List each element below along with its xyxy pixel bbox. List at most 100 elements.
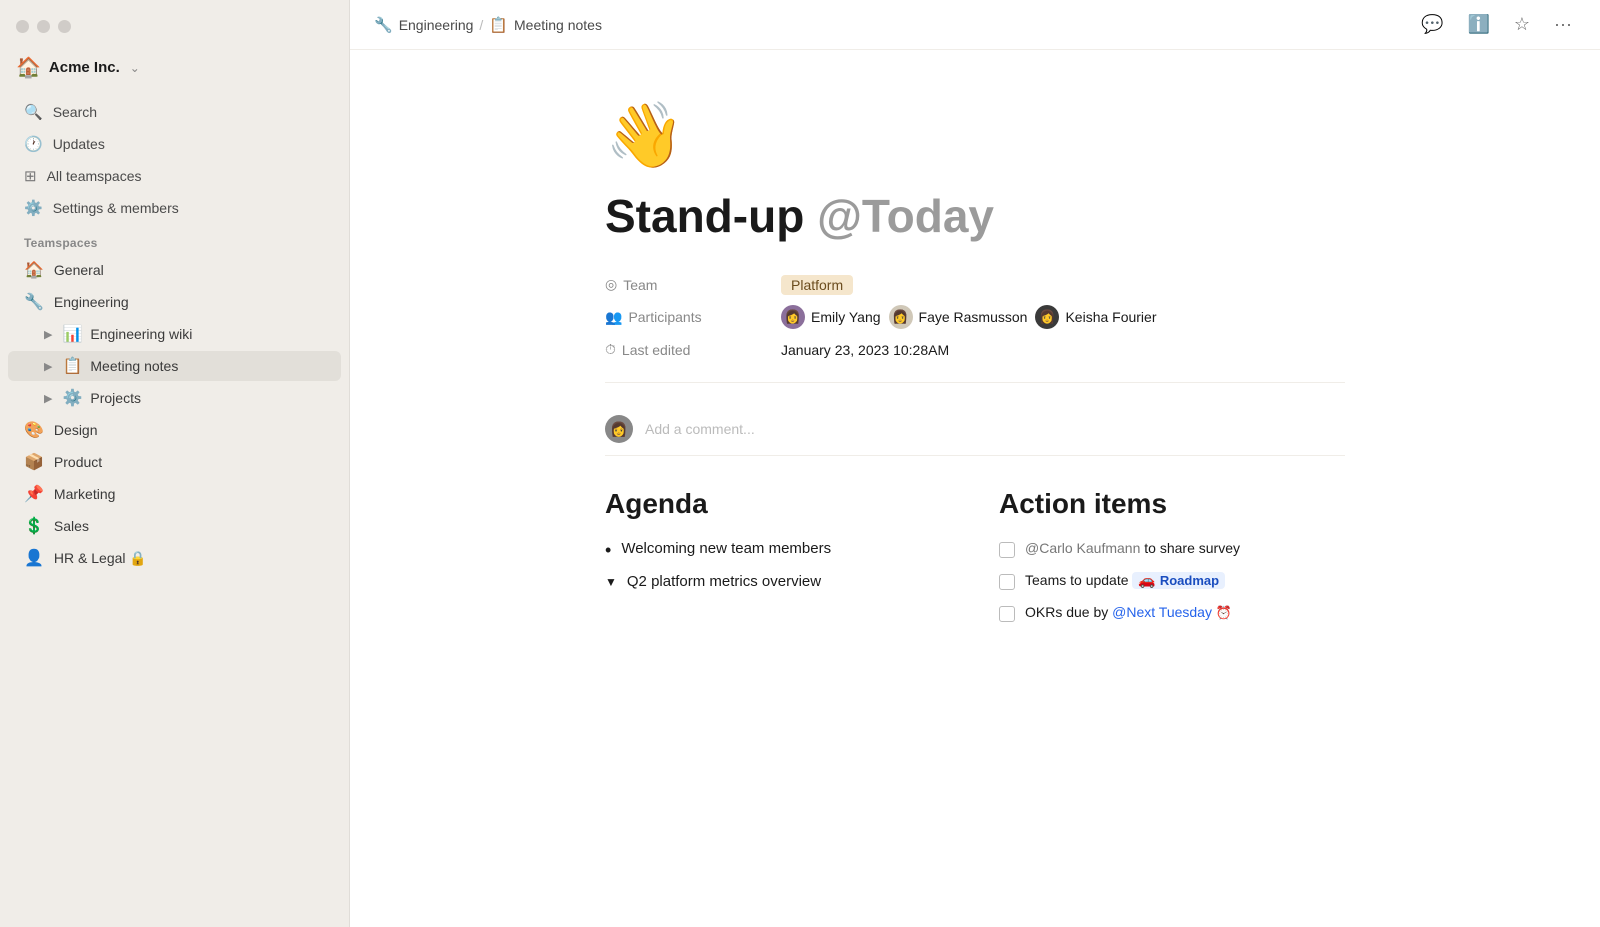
action-item-1: @Carlo Kaufmann to share survey — [999, 540, 1345, 558]
sidebar-item-engineering[interactable]: 🔧 Engineering — [8, 287, 341, 317]
sidebar-item-label: All teamspaces — [47, 168, 142, 184]
workspace-name: Acme Inc. — [49, 59, 120, 76]
participants-icon: 👥 — [605, 309, 622, 326]
table-icon: 📊 — [62, 324, 82, 344]
sidebar-item-hr-legal[interactable]: 👤 HR & Legal 🔒 — [8, 543, 341, 573]
comment-placeholder[interactable]: Add a comment... — [645, 421, 755, 437]
pin-icon: 📌 — [24, 484, 44, 504]
sidebar-item-marketing[interactable]: 📌 Marketing — [8, 479, 341, 509]
box-icon: 📦 — [24, 452, 44, 472]
action-item-2-text: Teams to update 🚗 Roadmap — [1025, 572, 1225, 589]
team-property-icon: ◎ — [605, 276, 617, 293]
mention-carlo: @Carlo Kaufmann — [1025, 540, 1140, 556]
comment-bar[interactable]: 👩 Add a comment... — [605, 403, 1345, 456]
palette-icon: 🎨 — [24, 420, 44, 440]
sidebar-item-meeting-notes[interactable]: ▶ 📋 Meeting notes — [8, 351, 341, 381]
action-item-2: Teams to update 🚗 Roadmap — [999, 572, 1345, 590]
property-team-label: ◎ Team — [605, 276, 765, 293]
team-tag: Platform — [781, 275, 853, 295]
checkbox-2[interactable] — [999, 574, 1015, 590]
sidebar-item-projects[interactable]: ▶ ⚙️ Projects — [8, 383, 341, 413]
sidebar-item-design[interactable]: 🎨 Design — [8, 415, 341, 445]
minimize-button[interactable] — [37, 20, 50, 33]
grid-icon: ⊞ — [24, 167, 37, 185]
property-last-edited-label: ⏱ Last edited — [605, 341, 765, 358]
checkbox-3[interactable] — [999, 606, 1015, 622]
sidebar-item-updates[interactable]: 🕐 Updates — [8, 129, 341, 159]
close-button[interactable] — [16, 20, 29, 33]
sidebar-item-label: Projects — [90, 390, 141, 406]
breadcrumb-current-icon: 📋 — [489, 16, 508, 34]
sidebar-item-label: Marketing — [54, 486, 115, 502]
sidebar-item-product[interactable]: 📦 Product — [8, 447, 341, 477]
page-emoji[interactable]: 👋 — [605, 98, 1345, 173]
checkbox-1[interactable] — [999, 542, 1015, 558]
action-items-column: Action items @Carlo Kaufmann to share su… — [999, 488, 1345, 622]
sidebar-item-search[interactable]: 🔍 Search — [8, 97, 341, 127]
property-last-edited: ⏱ Last edited January 23, 2023 10:28AM — [605, 341, 1345, 358]
search-icon: 🔍 — [24, 103, 43, 121]
more-button[interactable]: ··· — [1550, 10, 1576, 39]
action-item-1-suffix: to share survey — [1144, 540, 1240, 556]
person-icon: 👤 — [24, 548, 44, 568]
divider-top — [605, 382, 1345, 383]
clock-icon: 🕐 — [24, 135, 43, 153]
comment-button[interactable]: 💬 — [1417, 10, 1447, 39]
sidebar: 🏠 Acme Inc. ⌄ 🔍 Search 🕐 Updates ⊞ All t… — [0, 0, 350, 927]
property-team-value[interactable]: Platform — [781, 277, 853, 293]
participant-keisha[interactable]: 👩 Keisha Fourier — [1035, 305, 1156, 329]
sidebar-item-general[interactable]: 🏠 General — [8, 255, 341, 285]
sidebar-item-all-teamspaces[interactable]: ⊞ All teamspaces — [8, 161, 341, 191]
wrench-icon: 🔧 — [24, 292, 44, 312]
topbar-actions: 💬 ℹ️ ☆ ··· — [1417, 10, 1576, 39]
properties-section: ◎ Team Platform 👥 Participants 👩 Emily Y… — [605, 276, 1345, 358]
agenda-item-text: Welcoming new team members — [621, 540, 831, 557]
agenda-item-text: Q2 platform metrics overview — [627, 573, 821, 590]
sidebar-item-sales[interactable]: 💲 Sales — [8, 511, 341, 541]
topbar: 🔧 Engineering / 📋 Meeting notes 💬 ℹ️ ☆ ·… — [350, 0, 1600, 50]
participant-emily-name: Emily Yang — [811, 309, 881, 325]
action-item-3-text: OKRs due by @Next Tuesday ⏰ — [1025, 604, 1232, 621]
sidebar-item-label: Settings & members — [53, 200, 179, 216]
agenda-item-1: • Welcoming new team members — [605, 540, 951, 561]
star-button[interactable]: ☆ — [1510, 10, 1534, 39]
roadmap-badge-label: Roadmap — [1160, 573, 1219, 588]
page-title: Stand-up @Today — [605, 189, 1345, 244]
avatar-emily: 👩 — [781, 305, 805, 329]
participants-list: 👩 Emily Yang 👩 Faye Rasmusson 👩 Keisha F… — [781, 305, 1157, 329]
two-column-section: Agenda • Welcoming new team members ▼ Q2… — [605, 488, 1345, 622]
sidebar-item-label: Design — [54, 422, 98, 438]
alarm-icon: ⏰ — [1216, 605, 1232, 620]
notes-icon: 📋 — [62, 356, 82, 376]
sidebar-item-label: Updates — [53, 136, 105, 152]
bullet-icon: • — [605, 540, 611, 561]
roadmap-badge[interactable]: 🚗 Roadmap — [1132, 572, 1225, 589]
property-participants: 👥 Participants 👩 Emily Yang 👩 Faye Rasmu… — [605, 305, 1345, 329]
participant-faye[interactable]: 👩 Faye Rasmusson — [889, 305, 1028, 329]
sidebar-item-label: Product — [54, 454, 102, 470]
action-items-list: @Carlo Kaufmann to share survey Teams to… — [999, 540, 1345, 622]
agenda-title: Agenda — [605, 488, 951, 520]
page-title-mention: @Today — [817, 190, 994, 242]
participant-emily[interactable]: 👩 Emily Yang — [781, 305, 881, 329]
clock-property-icon: ⏱ — [605, 341, 616, 358]
property-last-edited-value: January 23, 2023 10:28AM — [781, 342, 949, 358]
chevron-right-icon: ▶ — [44, 328, 52, 341]
sidebar-item-label: Engineering wiki — [90, 326, 192, 342]
action-item-2-prefix: Teams to update — [1025, 572, 1132, 588]
gear-icon: ⚙️ — [62, 388, 82, 408]
maximize-button[interactable] — [58, 20, 71, 33]
agenda-list: • Welcoming new team members ▼ Q2 platfo… — [605, 540, 951, 590]
action-item-1-text: @Carlo Kaufmann to share survey — [1025, 540, 1240, 556]
property-participants-label-text: Participants — [628, 309, 701, 325]
triangle-icon: ▼ — [605, 575, 617, 589]
property-last-edited-label-text: Last edited — [622, 342, 691, 358]
car-icon: 🚗 — [1138, 572, 1155, 589]
property-team-label-text: Team — [623, 277, 657, 293]
info-button[interactable]: ℹ️ — [1463, 10, 1493, 39]
sidebar-item-settings[interactable]: ⚙️ Settings & members — [8, 193, 341, 223]
sidebar-item-engineering-wiki[interactable]: ▶ 📊 Engineering wiki — [8, 319, 341, 349]
breadcrumb-parent-icon: 🔧 — [374, 16, 393, 34]
workspace-selector[interactable]: 🏠 Acme Inc. ⌄ — [0, 49, 349, 96]
sidebar-item-label: Search — [53, 104, 97, 120]
